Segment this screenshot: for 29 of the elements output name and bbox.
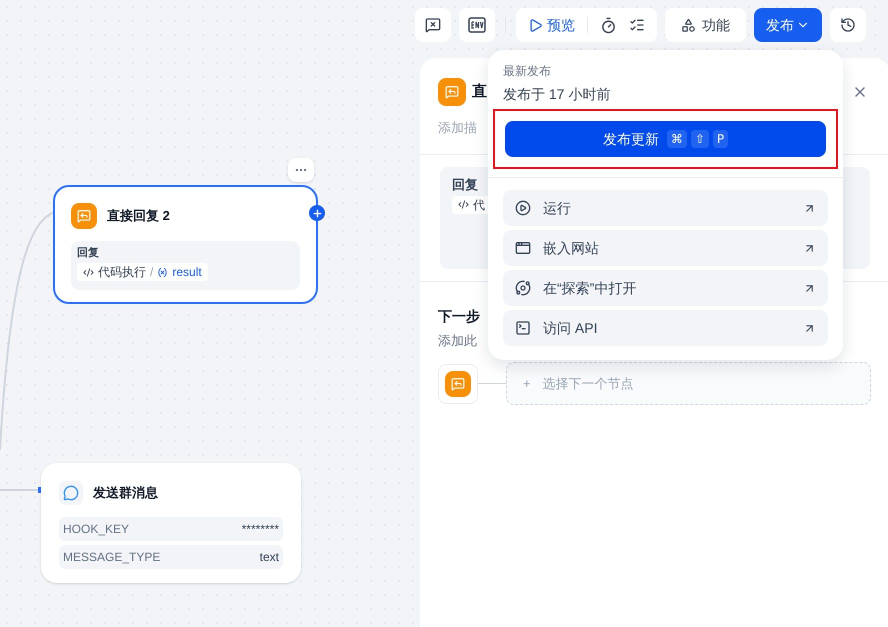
publish-update-button[interactable]: 发布更新 ⌘ ⇧ P <box>505 121 826 157</box>
param-value: text <box>260 549 279 566</box>
preview-button[interactable]: 预览 <box>528 14 575 36</box>
publish-time: 发布于 17 小时前 <box>503 85 612 104</box>
node-title: 发送群消息 <box>93 484 158 502</box>
publish-button[interactable]: 发布 <box>754 8 822 42</box>
message-node[interactable]: 发送群消息 HOOK_KEY ******** MESSAGE_TYPE text <box>41 463 301 583</box>
variable-chip: 代码执行 / result <box>77 263 208 281</box>
next-step-title: 下一步 <box>437 306 481 326</box>
menu-item[interactable]: 运行 <box>503 190 828 226</box>
param-value: ******** <box>242 521 279 538</box>
reply-label: 回复 <box>452 176 479 194</box>
shortcut-key: ⌘ <box>666 130 687 148</box>
shortcut-key: ⇧ <box>690 130 709 148</box>
features-button[interactable]: 功能 <box>665 8 746 42</box>
node-title: 直接回复 2 <box>107 207 170 226</box>
param-name: HOOK_KEY <box>63 521 130 538</box>
reply-node[interactable]: 直接回复 2 回复 代码执行 / result <box>53 185 318 304</box>
menu-heading: 最新发布 <box>503 63 552 80</box>
field-label: 回复 <box>77 246 100 261</box>
menu-item[interactable]: 在“探索”中打开 <box>503 270 828 306</box>
shortcut-key: P <box>712 130 728 148</box>
param-name: MESSAGE_TYPE <box>63 549 160 566</box>
next-step-description: 添加此 <box>437 332 478 350</box>
panel-title: 直 <box>472 82 487 102</box>
menu-item[interactable]: 嵌入网站 <box>503 230 828 266</box>
variable-chip: 代 <box>452 196 491 214</box>
menu-item[interactable]: 访问 API <box>503 310 828 346</box>
panel-description: 添加描 <box>437 119 478 137</box>
